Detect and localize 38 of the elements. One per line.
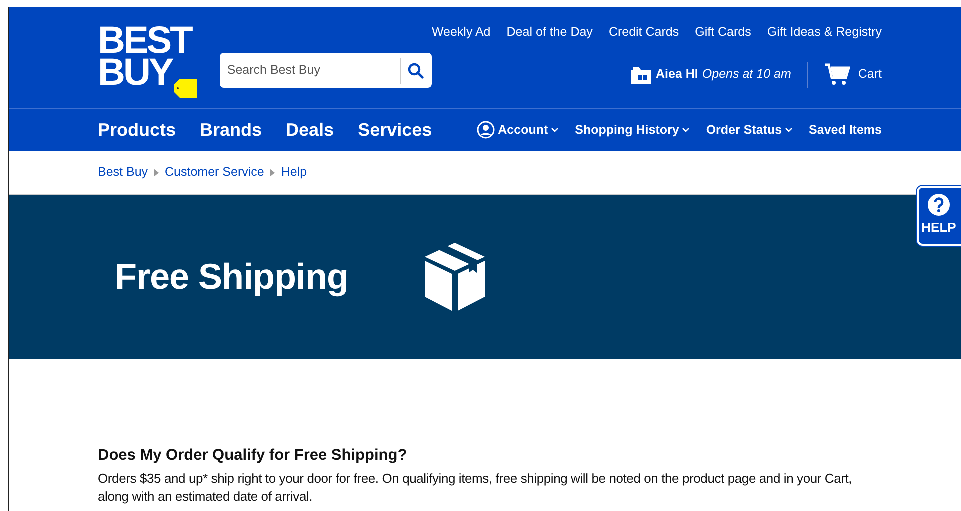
utility-link[interactable]: Gift Ideas & Registry <box>767 23 882 42</box>
account-nav-link[interactable]: Saved Items <box>809 120 882 140</box>
utility-link[interactable]: Gift Cards <box>695 23 752 42</box>
breadcrumb-link[interactable]: Help <box>281 163 308 182</box>
help-tab[interactable]: HELP <box>917 186 961 246</box>
utility-link[interactable]: Credit Cards <box>608 23 680 42</box>
chevron-icon <box>270 168 276 176</box>
store-name[interactable]: Aiea HI <box>656 65 698 84</box>
store-hours: Opens at 10 am <box>702 66 792 84</box>
search-bar[interactable]: Search Best Buy <box>220 53 432 88</box>
search-icon <box>408 62 424 78</box>
account-icon <box>477 121 496 139</box>
caret-icon <box>785 127 794 133</box>
section-text: Orders $35 and up* ship right to your door for free. On qualifying items, free shipping will be noted on the product page and in your Cart, along with an estimated date of arrival. <box>98 470 854 506</box>
nav-link[interactable]: Deals <box>286 116 334 144</box>
utility-link[interactable]: Weekly Ad <box>432 23 491 42</box>
logo-text: BEST <box>98 25 192 58</box>
caret-icon <box>551 127 560 133</box>
page-title: Free Shipping <box>115 255 349 299</box>
cart-icon <box>824 62 850 87</box>
nav-link[interactable]: Services <box>358 116 432 144</box>
nav-link[interactable]: Brands <box>200 116 262 144</box>
account-nav-link[interactable]: Order Status <box>706 120 794 140</box>
account-nav-link[interactable]: Account <box>477 120 560 140</box>
cart-link[interactable]: Cart <box>824 62 882 87</box>
logo-text: BUY <box>98 57 172 90</box>
utility-link[interactable]: Deal of the Day <box>506 23 593 42</box>
section-heading: Does My Order Qualify for Free Shipping? <box>98 447 408 466</box>
breadcrumb-link[interactable]: Best Buy <box>98 163 148 182</box>
tag-icon <box>174 79 197 98</box>
question-icon <box>928 194 950 216</box>
store-icon <box>630 66 652 84</box>
chevron-icon <box>154 168 160 176</box>
breadcrumb-link[interactable]: Customer Service <box>165 163 264 182</box>
caret-icon <box>682 127 690 133</box>
account-nav-link[interactable]: Shopping History <box>575 120 690 140</box>
box-icon <box>422 241 487 313</box>
nav-link[interactable]: Products <box>98 116 176 144</box>
